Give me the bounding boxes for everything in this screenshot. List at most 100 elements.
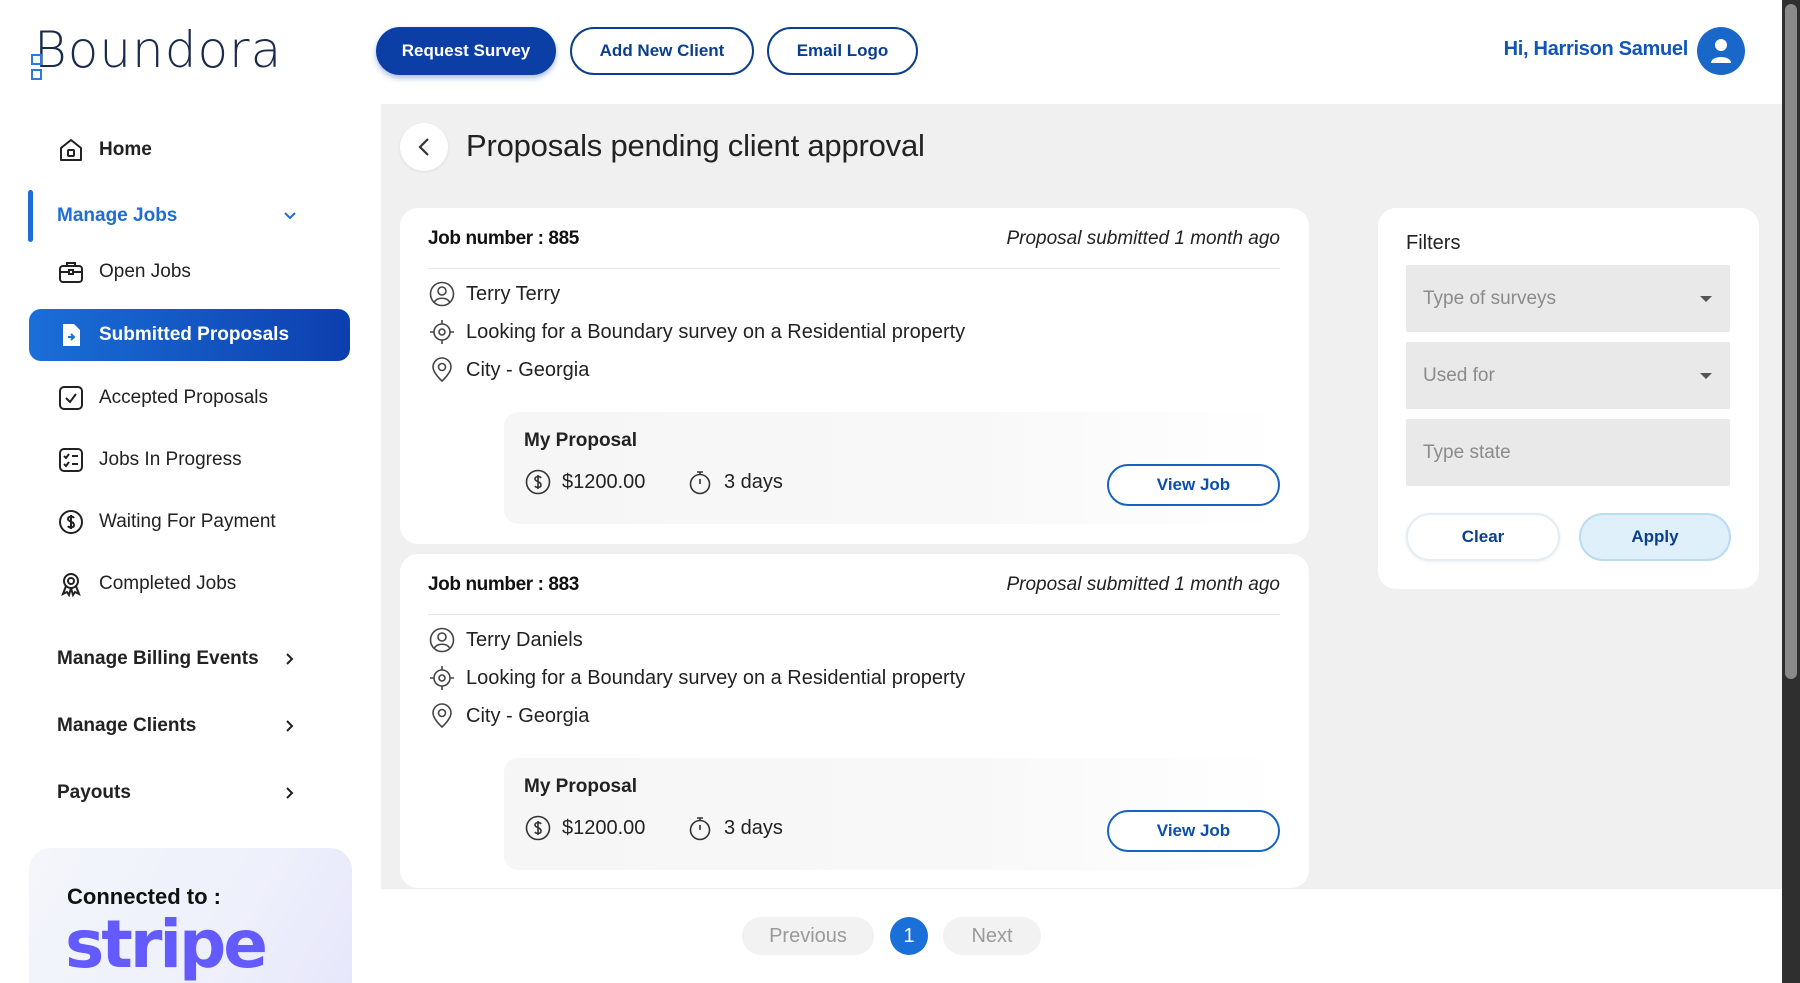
sidebar-section-label: Manage Clients — [57, 715, 197, 736]
checklist-icon — [57, 446, 85, 474]
user-circle-icon — [428, 626, 456, 654]
job-number: Job number : 885 — [428, 228, 579, 249]
user-greeting: Hi, Harrison Samuel — [1503, 38, 1689, 60]
client-row: Terry Terry — [428, 280, 560, 308]
location-row: City - Georgia — [428, 702, 589, 730]
sidebar-section-manage-jobs[interactable]: Manage Jobs — [57, 196, 297, 236]
scrollbar-thumb[interactable] — [1785, 4, 1797, 679]
sidebar-item-label: Jobs In Progress — [99, 449, 242, 470]
client-row: Terry Daniels — [428, 626, 583, 654]
sidebar-section-manage-clients[interactable]: Manage Clients — [57, 706, 297, 746]
job-card: Job number : 883 Proposal submitted 1 mo… — [400, 554, 1309, 888]
filters-panel: Filters Type of surveys Used for Type st… — [1378, 208, 1759, 589]
input-placeholder: Type state — [1423, 441, 1511, 463]
pagination: Previous 1 Next — [742, 917, 1041, 955]
price-value: $1200.00 — [562, 816, 646, 839]
proposal-summary: My Proposal $1200.00 3 days View Job — [504, 758, 1280, 870]
sidebar-item-waiting-for-payment[interactable]: Waiting For Payment — [29, 496, 350, 548]
caret-down-icon — [1700, 295, 1712, 302]
user-avatar[interactable] — [1697, 27, 1745, 75]
location-pin-icon — [428, 356, 456, 384]
proposal-summary: My Proposal $1200.00 3 days View Job — [504, 412, 1280, 524]
add-new-client-button[interactable]: Add New Client — [570, 27, 754, 75]
logo-label: Boundora — [34, 21, 283, 79]
sidebar-item-label: Accepted Proposals — [99, 387, 268, 408]
proposal-title: My Proposal — [524, 776, 637, 797]
used-for-select[interactable]: Used for — [1406, 342, 1730, 409]
dollar-icon — [524, 814, 552, 842]
sidebar-item-jobs-in-progress[interactable]: Jobs In Progress — [29, 434, 350, 486]
job-card: Job number : 885 Proposal submitted 1 mo… — [400, 208, 1309, 544]
sidebar-item-label: Completed Jobs — [99, 573, 237, 594]
view-job-button[interactable]: View Job — [1107, 810, 1280, 852]
proposal-title: My Proposal — [524, 430, 637, 451]
request-survey-button[interactable]: Request Survey — [376, 27, 556, 75]
duration-value: 3 days — [724, 470, 783, 493]
submitted-time: Proposal submitted 1 month ago — [1006, 228, 1280, 249]
sidebar-item-label: Submitted Proposals — [99, 324, 290, 345]
client-name: Terry Terry — [466, 282, 561, 305]
email-logo-button[interactable]: Email Logo — [767, 27, 918, 75]
chevron-left-icon — [418, 138, 429, 156]
logo-text: Boundora — [31, 25, 282, 80]
boundora-logo[interactable]: Boundora — [31, 24, 282, 80]
request-row: Looking for a Boundary survey on a Resid… — [428, 318, 965, 346]
apply-filters-button[interactable]: Apply — [1579, 513, 1731, 561]
document-icon — [57, 321, 85, 349]
chevron-down-icon — [283, 209, 297, 223]
award-icon — [57, 570, 85, 598]
sidebar-item-label: Home — [99, 139, 152, 160]
back-button[interactable] — [400, 123, 448, 171]
proposal-price: $1200.00 — [524, 814, 645, 842]
sidebar-item-home[interactable]: Home — [29, 124, 350, 176]
request-description: Looking for a Boundary survey on a Resid… — [466, 320, 966, 343]
user-icon — [1711, 39, 1731, 63]
sidebar-item-accepted-proposals[interactable]: Accepted Proposals — [29, 372, 350, 424]
active-section-indicator — [28, 190, 33, 242]
page-title: Proposals pending client approval — [466, 128, 925, 163]
sidebar-item-submitted-proposals[interactable]: Submitted Proposals — [29, 309, 350, 361]
proposal-duration: 3 days — [686, 814, 783, 842]
location-row: City - Georgia — [428, 356, 589, 384]
stripe-logo: stripe — [65, 906, 268, 983]
price-value: $1200.00 — [562, 470, 646, 493]
divider — [428, 268, 1280, 269]
divider — [428, 614, 1280, 615]
sidebar-section-label: Manage Billing Events — [57, 648, 259, 669]
next-page-button[interactable]: Next — [943, 917, 1041, 955]
previous-page-button[interactable]: Previous — [742, 917, 874, 955]
duration-value: 3 days — [724, 816, 783, 839]
page-number-current[interactable]: 1 — [890, 917, 928, 955]
location: City - Georgia — [466, 358, 590, 381]
sidebar-item-open-jobs[interactable]: Open Jobs — [29, 246, 350, 298]
chevron-right-icon — [283, 652, 297, 666]
dollar-icon — [57, 508, 85, 536]
clear-filters-button[interactable]: Clear — [1406, 513, 1560, 561]
proposal-price: $1200.00 — [524, 468, 645, 496]
user-circle-icon — [428, 280, 456, 308]
page: Boundora Request Survey Add New Client E… — [0, 0, 1800, 983]
client-name: Terry Daniels — [466, 628, 583, 651]
select-placeholder: Used for — [1423, 364, 1495, 386]
sidebar-section-manage-billing-events[interactable]: Manage Billing Events — [57, 639, 297, 679]
sidebar: Home Manage Jobs Open Jobs Submitted Pro… — [0, 104, 381, 983]
sidebar-item-label: Waiting For Payment — [99, 511, 276, 532]
view-job-button[interactable]: View Job — [1107, 464, 1280, 506]
sidebar-item-completed-jobs[interactable]: Completed Jobs — [29, 558, 350, 610]
job-number: Job number : 883 — [428, 574, 579, 595]
type-of-surveys-select[interactable]: Type of surveys — [1406, 265, 1730, 332]
type-state-input[interactable]: Type state — [1406, 419, 1730, 486]
chevron-right-icon — [283, 719, 297, 733]
sidebar-section-label: Manage Jobs — [57, 205, 178, 226]
proposal-duration: 3 days — [686, 468, 783, 496]
filters-title: Filters — [1406, 232, 1461, 254]
select-placeholder: Type of surveys — [1423, 287, 1557, 309]
sidebar-section-label: Payouts — [57, 782, 131, 803]
stopwatch-icon — [686, 814, 714, 842]
location-pin-icon — [428, 702, 456, 730]
sidebar-item-label: Open Jobs — [99, 261, 191, 282]
briefcase-icon — [57, 258, 85, 286]
stopwatch-icon — [686, 468, 714, 496]
request-description: Looking for a Boundary survey on a Resid… — [466, 666, 966, 689]
sidebar-section-payouts[interactable]: Payouts — [57, 773, 297, 813]
